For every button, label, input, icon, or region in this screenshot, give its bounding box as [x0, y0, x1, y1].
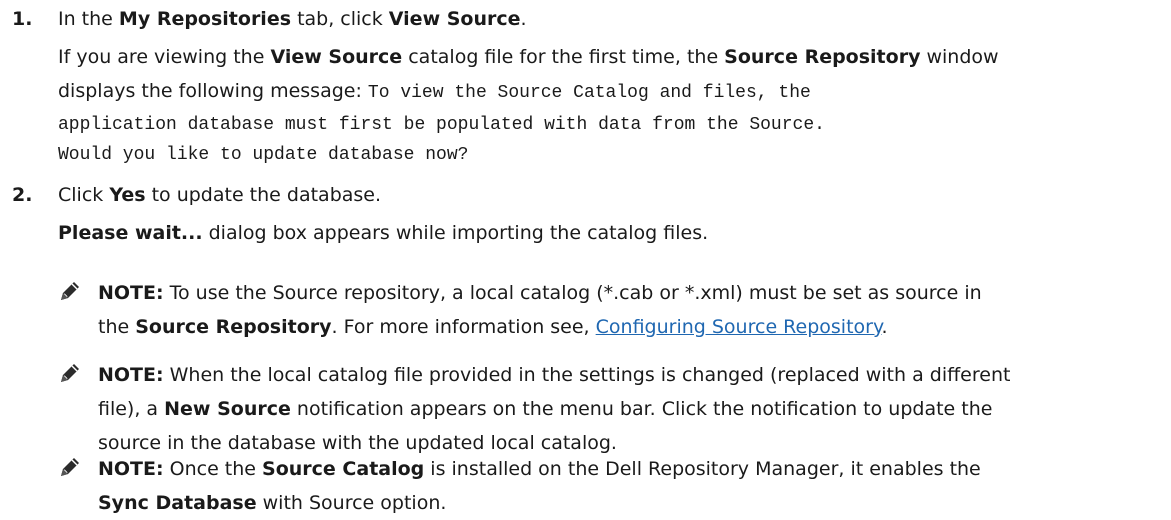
- text: notification appears on the menu bar. Cl…: [290, 398, 993, 420]
- step-1-detail-line-2: displays the following message: To view …: [58, 74, 1131, 110]
- my-repositories-tab-label: My Repositories: [118, 8, 292, 30]
- please-wait-label: Please wait...: [58, 222, 203, 244]
- text: If you are viewing the: [58, 46, 271, 68]
- text: to update the database.: [145, 184, 382, 206]
- source-repository-label: Source Repository: [135, 316, 332, 338]
- note-label: NOTE:: [98, 364, 164, 386]
- source-catalog-label: Source Catalog: [262, 458, 425, 480]
- text: file), a: [98, 398, 165, 420]
- text: catalog file for the first time, the: [402, 46, 725, 68]
- step-number: 2.: [12, 184, 33, 206]
- note-1: NOTE: To use the Source repository, a lo…: [58, 276, 1151, 346]
- text: When the local catalog file provided in …: [163, 364, 1011, 386]
- text: tab, click: [291, 8, 389, 30]
- pencil-note-icon: [61, 364, 79, 382]
- step-1-instruction: In the My Repositories tab, click View S…: [58, 2, 1131, 36]
- step-number: 1.: [12, 8, 33, 30]
- step-2-body: Click Yes to update the database. Please…: [58, 178, 1131, 250]
- message-text: Would you like to update database now?: [58, 145, 469, 165]
- pencil-note-icon: [61, 282, 79, 300]
- text: is installed on the Dell Repository Mana…: [424, 458, 981, 480]
- step-2-detail: Please wait... dialog box appears while …: [58, 216, 1131, 250]
- text: dialog box appears while importing the c…: [202, 222, 709, 244]
- text: .: [881, 316, 888, 338]
- yes-label: Yes: [109, 184, 146, 206]
- note-label: NOTE:: [98, 282, 164, 304]
- text: . For more information see,: [331, 316, 596, 338]
- source-repository-label: Source Repository: [724, 46, 921, 68]
- text: In the: [58, 8, 119, 30]
- note-2-line-2: file), a New Source notification appears…: [98, 392, 1151, 426]
- text: Once the: [163, 458, 263, 480]
- view-source-label: View Source: [270, 46, 403, 68]
- note-1-line-1: NOTE: To use the Source repository, a lo…: [98, 276, 1151, 310]
- text: .: [520, 8, 527, 30]
- message-text: To view the Source Catalog and files, th…: [367, 83, 811, 103]
- pencil-note-icon: [61, 458, 79, 476]
- note-3-line-1: NOTE: Once the Source Catalog is install…: [98, 452, 1151, 486]
- text: displays the following message:: [58, 80, 368, 102]
- note-3-text: NOTE: Once the Source Catalog is install…: [98, 452, 1151, 520]
- text: with Source option.: [256, 492, 447, 514]
- new-source-label: New Source: [164, 398, 291, 420]
- message-text: application database must first be popul…: [58, 115, 825, 135]
- note-2-line-1: NOTE: When the local catalog file provid…: [98, 358, 1151, 392]
- note-3: NOTE: Once the Source Catalog is install…: [58, 452, 1151, 520]
- sync-database-label: Sync Database: [98, 492, 257, 514]
- step-1-detail-line-1: If you are viewing the View Source catal…: [58, 40, 1131, 74]
- note-2: NOTE: When the local catalog file provid…: [58, 358, 1151, 462]
- step-1-body: In the My Repositories tab, click View S…: [58, 2, 1131, 170]
- text: To use the Source repository, a local ca…: [163, 282, 982, 304]
- view-source-label: View Source: [388, 8, 521, 30]
- text: the: [98, 316, 136, 338]
- note-1-text: NOTE: To use the Source repository, a lo…: [98, 276, 1151, 344]
- step-2-instruction: Click Yes to update the database.: [58, 178, 1131, 212]
- text: window: [920, 46, 999, 68]
- note-2-text: NOTE: When the local catalog file provid…: [98, 358, 1151, 460]
- note-1-line-2: the Source Repository. For more informat…: [98, 310, 1151, 344]
- note-label: NOTE:: [98, 458, 164, 480]
- configuring-source-repository-link[interactable]: Configuring Source Repository: [596, 316, 882, 338]
- note-3-line-2: Sync Database with Source option.: [98, 486, 1151, 520]
- text: Click: [58, 184, 110, 206]
